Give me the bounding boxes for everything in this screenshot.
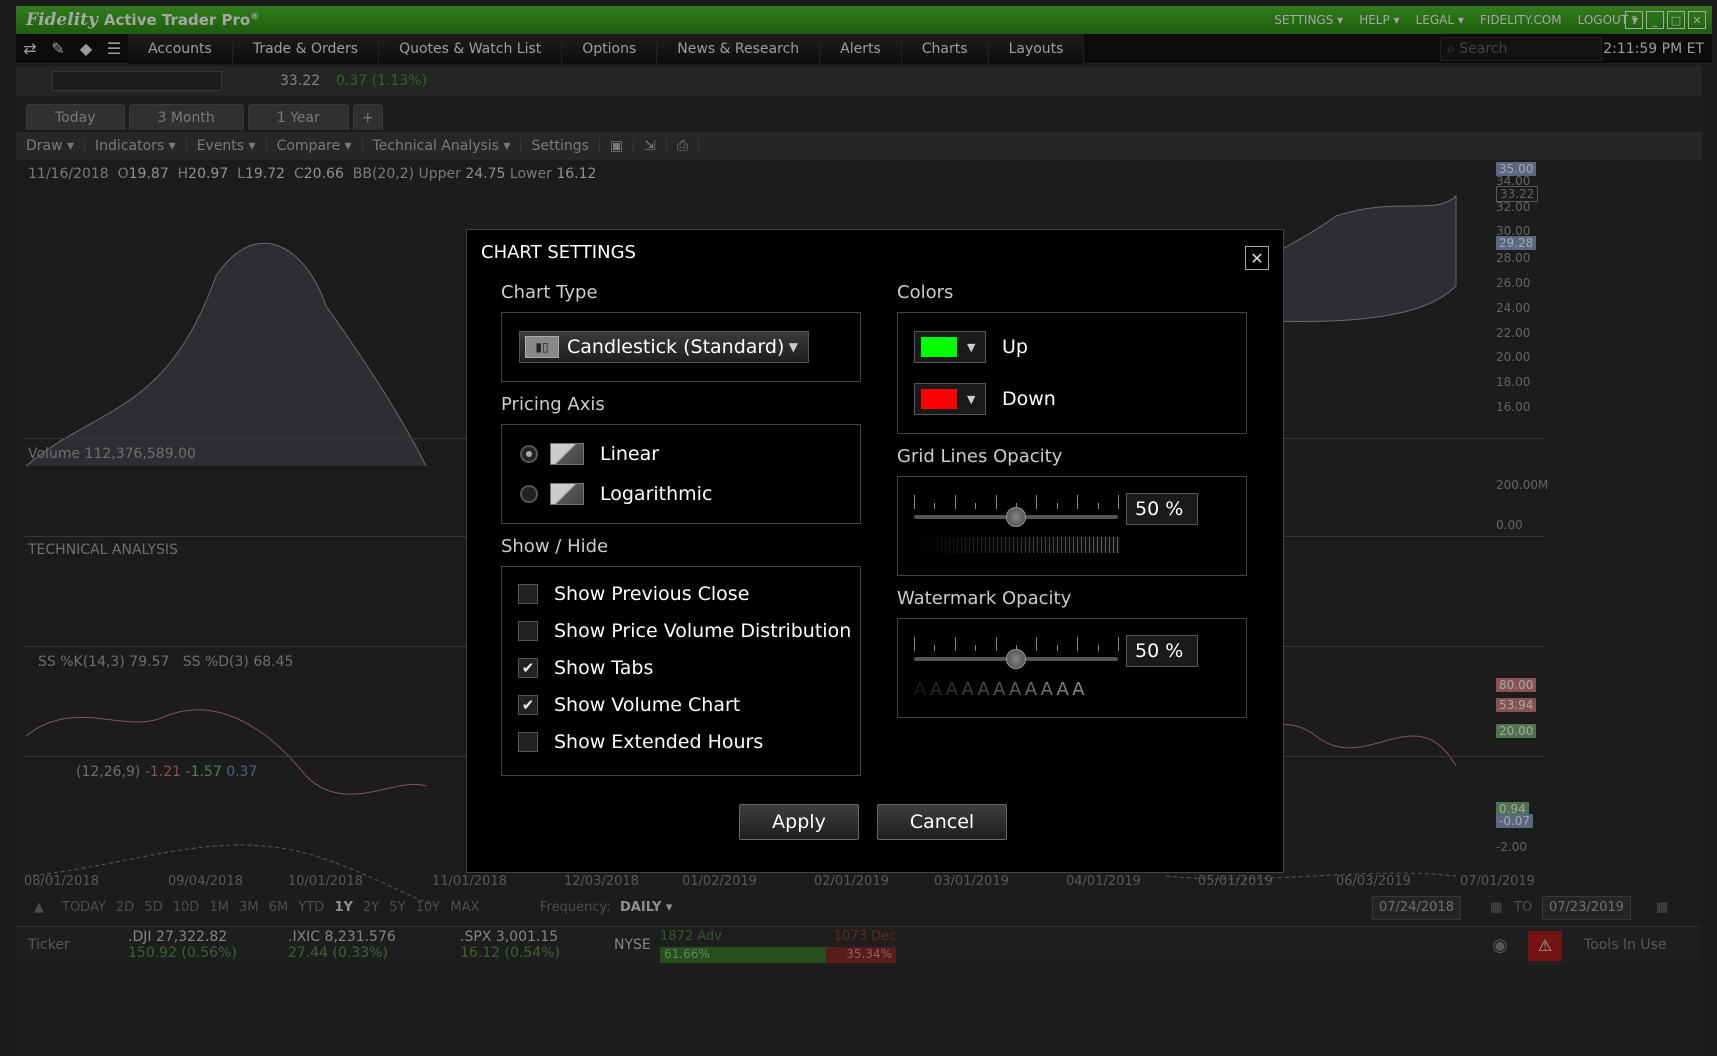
slider-tick bbox=[1118, 637, 1119, 651]
close-icon[interactable]: ✕ bbox=[1245, 246, 1269, 270]
show-hide-box: Show Previous Close Show Price Volume Di… bbox=[501, 566, 861, 776]
up-color-picker[interactable]: ▼ bbox=[914, 331, 986, 363]
option-show-extended-hours[interactable]: Show Extended Hours bbox=[518, 731, 763, 753]
pricing-axis-label: Pricing Axis bbox=[501, 394, 605, 415]
option-show-tabs[interactable]: ✔ Show Tabs bbox=[518, 657, 653, 679]
colors-box: ▼ Up ▼ Down bbox=[897, 312, 1247, 434]
slider-tick bbox=[975, 645, 977, 651]
show-hide-label: Show / Hide bbox=[501, 536, 609, 557]
radio-linear[interactable] bbox=[520, 445, 538, 463]
slider-handle[interactable] bbox=[1006, 649, 1026, 669]
watermark-opacity-value[interactable]: 50 % bbox=[1126, 635, 1198, 667]
down-color-row: ▼ Down bbox=[914, 383, 1056, 415]
watermark-opacity-slider[interactable] bbox=[914, 633, 1122, 683]
radio-logarithmic[interactable] bbox=[520, 485, 538, 503]
watermark-preview: AAAAAAAAAAA bbox=[914, 679, 1088, 700]
app-window: Fidelity Active Trader Pro® SETTINGS ▾ H… bbox=[0, 0, 1717, 1056]
slider-tick bbox=[1097, 503, 1099, 509]
slider-tick bbox=[1097, 645, 1099, 651]
watermark-opacity-box: 50 % AAAAAAAAAAA bbox=[897, 618, 1247, 718]
apply-button[interactable]: Apply bbox=[739, 804, 859, 840]
pricing-axis-box: Linear Logarithmic bbox=[501, 424, 861, 524]
slider-tick bbox=[1036, 637, 1038, 651]
slider-tick bbox=[914, 637, 915, 651]
slider-tick bbox=[1118, 495, 1119, 509]
slider-tick bbox=[1077, 637, 1079, 651]
slider-tick bbox=[934, 503, 936, 509]
chart-type-select[interactable]: ▮▯ Candlestick (Standard) ▼ bbox=[519, 331, 809, 363]
chevron-down-icon: ▼ bbox=[788, 340, 798, 354]
chart-settings-dialog: CHART SETTINGS ✕ Chart Type ▮▯ Candlesti… bbox=[466, 229, 1284, 873]
option-show-price-volume-distribution[interactable]: Show Price Volume Distribution bbox=[518, 620, 851, 642]
grid-opacity-box: 50 % bbox=[897, 476, 1247, 576]
slider-tick bbox=[954, 495, 956, 509]
dialog-title: CHART SETTINGS bbox=[481, 242, 636, 263]
grid-opacity-preview-fade bbox=[914, 537, 1120, 553]
option-show-previous-close[interactable]: Show Previous Close bbox=[518, 583, 749, 605]
down-color-swatch bbox=[921, 389, 957, 409]
up-color-row: ▼ Up bbox=[914, 331, 1028, 363]
chart-type-label: Chart Type bbox=[501, 282, 598, 303]
slider-tick bbox=[1036, 495, 1038, 509]
slider-tick bbox=[975, 503, 977, 509]
checkbox[interactable] bbox=[518, 584, 538, 604]
cancel-button[interactable]: Cancel bbox=[877, 804, 1007, 840]
log-axis-icon bbox=[550, 483, 584, 505]
grid-opacity-value[interactable]: 50 % bbox=[1126, 493, 1198, 525]
slider-tick bbox=[1056, 503, 1058, 509]
watermark-opacity-label: Watermark Opacity bbox=[897, 588, 1072, 609]
slider-tick bbox=[995, 637, 997, 651]
checkbox-checked[interactable]: ✔ bbox=[518, 658, 538, 678]
pricing-option-logarithmic[interactable]: Logarithmic bbox=[520, 483, 712, 505]
candlestick-icon: ▮▯ bbox=[525, 336, 559, 358]
up-color-swatch bbox=[921, 337, 957, 357]
option-show-volume-chart[interactable]: ✔ Show Volume Chart bbox=[518, 694, 740, 716]
slider-tick bbox=[1056, 645, 1058, 651]
linear-axis-icon bbox=[550, 443, 584, 465]
grid-opacity-label: Grid Lines Opacity bbox=[897, 446, 1063, 467]
checkbox-checked[interactable]: ✔ bbox=[518, 695, 538, 715]
chart-type-box: ▮▯ Candlestick (Standard) ▼ bbox=[501, 312, 861, 382]
slider-tick bbox=[1077, 495, 1079, 509]
down-color-picker[interactable]: ▼ bbox=[914, 383, 986, 415]
slider-handle[interactable] bbox=[1006, 507, 1026, 527]
chevron-down-icon: ▼ bbox=[967, 340, 976, 354]
pricing-option-linear[interactable]: Linear bbox=[520, 443, 659, 465]
chevron-down-icon: ▼ bbox=[967, 392, 976, 406]
grid-opacity-slider[interactable] bbox=[914, 491, 1122, 541]
slider-tick bbox=[995, 495, 997, 509]
slider-tick bbox=[934, 645, 936, 651]
checkbox[interactable] bbox=[518, 732, 538, 752]
checkbox[interactable] bbox=[518, 621, 538, 641]
slider-tick bbox=[914, 495, 915, 509]
colors-label: Colors bbox=[897, 282, 954, 303]
slider-tick bbox=[954, 637, 956, 651]
